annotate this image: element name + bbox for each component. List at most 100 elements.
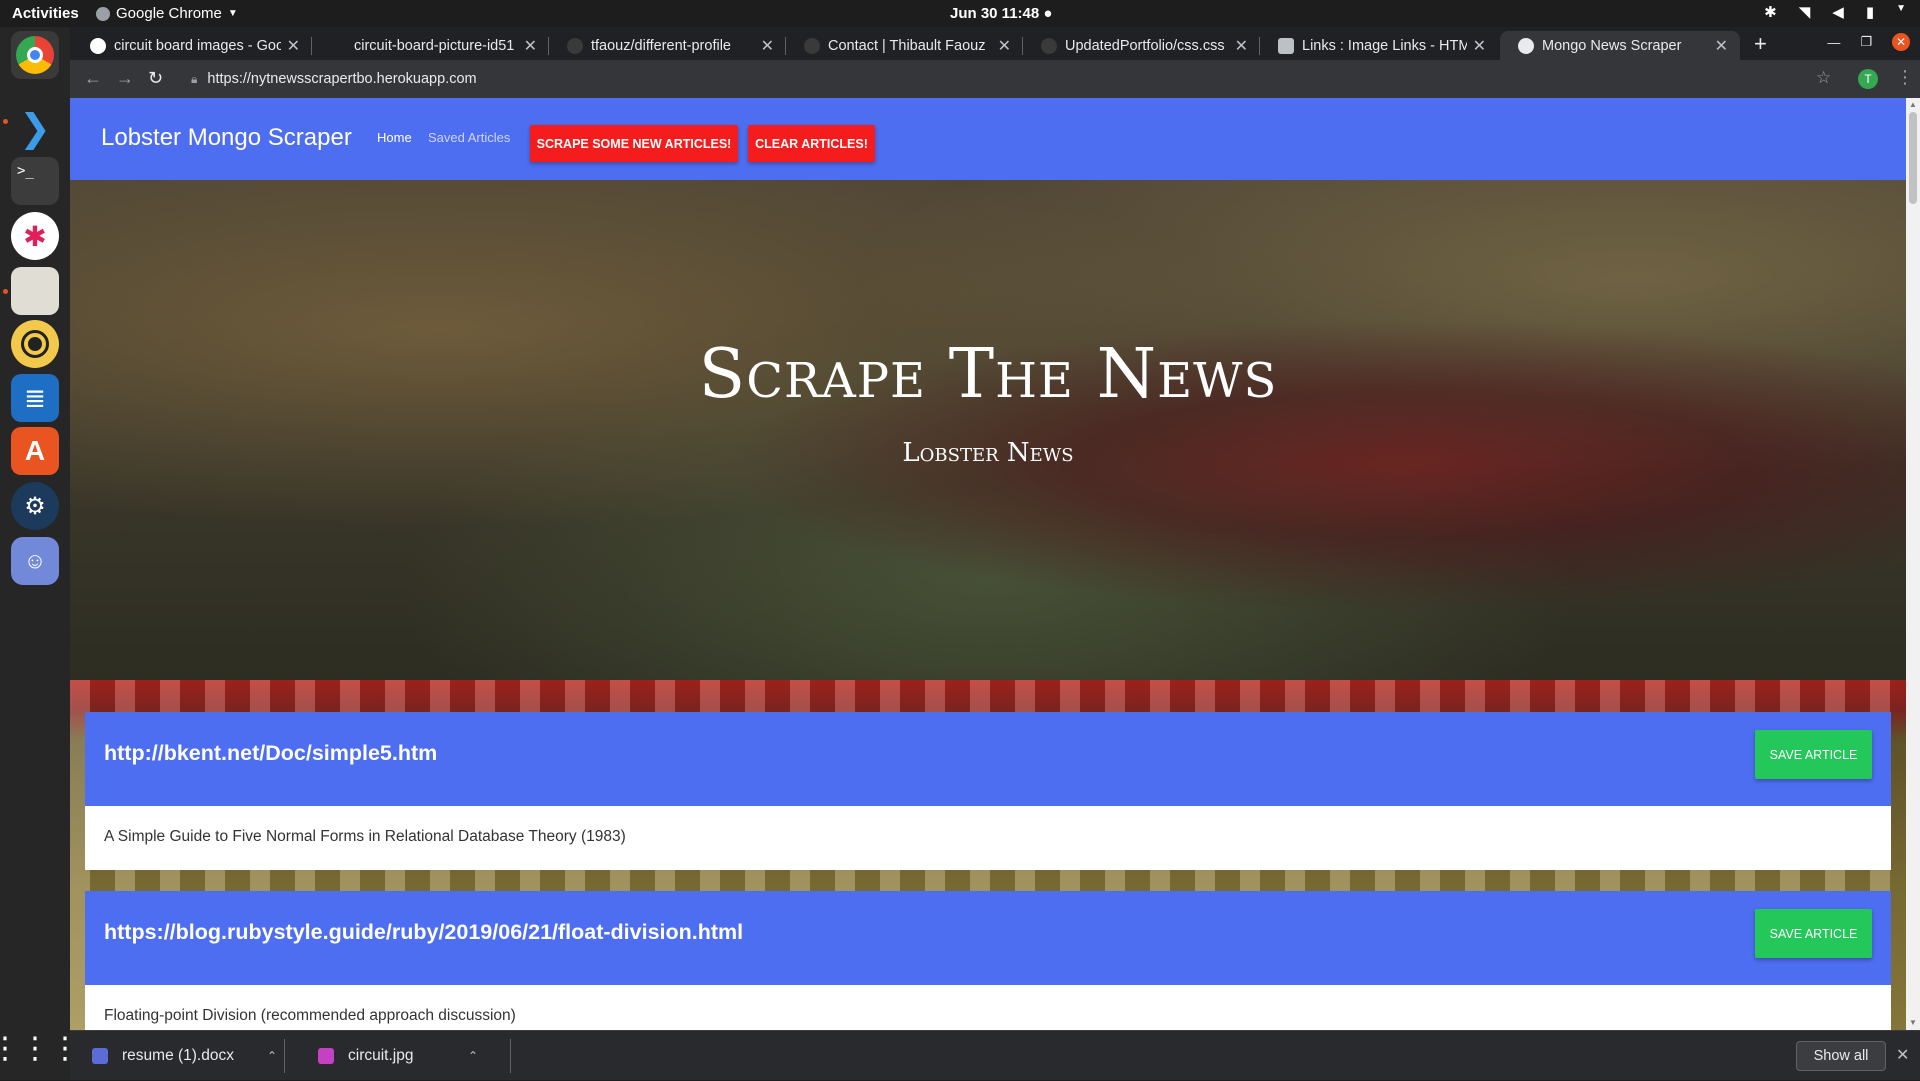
- chrome-small-icon: [96, 6, 110, 21]
- site-brand[interactable]: Lobster Mongo Scraper: [101, 124, 352, 152]
- close-tab-icon[interactable]: ✕: [287, 36, 300, 56]
- close-download-bar-icon[interactable]: ✕: [1896, 1045, 1909, 1065]
- article-card: http://bkent.net/Doc/simple5.htm SAVE AR…: [85, 712, 1891, 870]
- close-tab-icon[interactable]: ✕: [761, 36, 774, 56]
- download-item[interactable]: resume (1).docx ⌃: [92, 1031, 292, 1081]
- forward-icon[interactable]: →: [116, 68, 134, 89]
- article-body: Floating-point Division (recommended app…: [85, 985, 1891, 1030]
- nav-link-home[interactable]: Home: [377, 130, 412, 145]
- browser-tab-active[interactable]: Mongo News Scraper ✕: [1500, 31, 1740, 60]
- tab-title: circuit-board-picture-id51: [354, 37, 515, 54]
- globe-favicon-icon: [1518, 37, 1534, 54]
- browser-menu-icon[interactable]: ⋮: [1896, 67, 1914, 88]
- download-filename: resume (1).docx: [122, 1047, 234, 1064]
- nav-link-saved-articles[interactable]: Saved Articles: [428, 130, 510, 145]
- discord-dock-icon[interactable]: ☺: [11, 537, 59, 585]
- browser-tab[interactable]: Links : Image Links - HTML ✕: [1260, 31, 1498, 60]
- hero-title: Scrape The News: [698, 335, 1278, 414]
- app-menu-label: Google Chrome: [116, 5, 222, 22]
- links-favicon-icon: [1278, 37, 1294, 54]
- article-summary: A Simple Guide to Five Normal Forms in R…: [104, 828, 626, 845]
- hero-banner: Scrape The News Lobster News: [70, 180, 1906, 680]
- save-article-button[interactable]: SAVE ARTICLE: [1755, 730, 1872, 779]
- article-header: https://blog.rubystyle.guide/ruby/2019/0…: [85, 891, 1891, 985]
- article-headline[interactable]: http://bkent.net/Doc/simple5.htm: [104, 741, 437, 766]
- tab-title: UpdatedPortfolio/css.css: [1065, 37, 1225, 54]
- tab-title: Contact | Thibault Faouz: [828, 37, 986, 54]
- slack-dock-icon[interactable]: ✱: [11, 212, 59, 260]
- chevron-up-icon[interactable]: ⌃: [267, 1049, 277, 1063]
- download-separator: [510, 1039, 511, 1073]
- lock-icon[interactable]: 🔒︎: [191, 72, 197, 87]
- rhythmbox-dock-icon[interactable]: [11, 320, 59, 368]
- scroll-up-icon[interactable]: ▲: [1909, 100, 1917, 109]
- close-tab-icon[interactable]: ✕: [998, 36, 1011, 56]
- running-indicator: [3, 119, 8, 124]
- minimize-icon[interactable]: —: [1827, 35, 1840, 50]
- bookmark-star-icon[interactable]: ☆: [1816, 68, 1831, 88]
- article-headline[interactable]: https://blog.rubystyle.guide/ruby/2019/0…: [104, 920, 743, 945]
- system-top-bar: Activities Google Chrome ▼ Jun 30 11:48 …: [0, 0, 1920, 27]
- activities-button[interactable]: Activities: [12, 5, 79, 22]
- software-dock-icon[interactable]: A: [11, 427, 59, 475]
- browser-tab[interactable]: circuit-board-picture-id51 ✕: [312, 31, 549, 60]
- hero-subtitle: Lobster News: [902, 438, 1074, 468]
- slack-tray-icon[interactable]: ✱: [1764, 3, 1777, 21]
- clock[interactable]: Jun 30 11:48 ●: [950, 5, 1052, 22]
- show-all-downloads-button[interactable]: Show all: [1796, 1041, 1886, 1071]
- chevron-up-icon[interactable]: ⌃: [468, 1049, 478, 1063]
- scrollbar-thumb[interactable]: [1909, 112, 1917, 204]
- image-favicon-icon: [330, 38, 346, 54]
- close-tab-icon[interactable]: ✕: [524, 36, 537, 56]
- app-menu[interactable]: Google Chrome ▼: [96, 5, 238, 22]
- restore-icon[interactable]: ❐: [1860, 34, 1872, 50]
- clear-articles-button[interactable]: CLEAR ARTICLES!: [748, 125, 875, 162]
- scroll-down-icon[interactable]: ▼: [1909, 1018, 1917, 1027]
- caret-down-icon: ▼: [227, 8, 238, 19]
- github-favicon-icon: [1041, 37, 1057, 54]
- back-icon[interactable]: ←: [84, 68, 102, 89]
- address-bar[interactable]: 🔒︎ https://nytnewsscrapertbo.herokuapp.c…: [177, 64, 1833, 94]
- wifi-icon: ◥: [1798, 4, 1811, 21]
- close-tab-icon[interactable]: ✕: [1235, 36, 1248, 56]
- files-dock-icon[interactable]: [11, 267, 59, 315]
- page-scrollbar[interactable]: ▲ ▼: [1906, 98, 1920, 1030]
- docx-file-icon: [92, 1048, 108, 1064]
- site-favicon-icon: [804, 37, 820, 54]
- download-item[interactable]: circuit.jpg ⌃: [318, 1031, 498, 1081]
- download-bar: resume (1).docx ⌃ circuit.jpg ⌃ Show all…: [70, 1030, 1920, 1080]
- profile-avatar[interactable]: T: [1858, 69, 1878, 89]
- show-apps-icon[interactable]: ⋮⋮⋮: [0, 1024, 80, 1072]
- vscode-dock-icon[interactable]: ❯: [11, 104, 59, 152]
- chrome-dock-icon[interactable]: [11, 31, 59, 79]
- writer-dock-icon[interactable]: ≣: [11, 374, 59, 422]
- reload-icon[interactable]: ↻: [148, 68, 163, 89]
- browser-tab-bar: circuit board images - Goo ✕ circuit-boa…: [70, 27, 1920, 60]
- volume-icon: ◀: [1832, 4, 1844, 21]
- web-page: Lobster Mongo Scraper Home Saved Article…: [70, 98, 1906, 1030]
- tab-title: Links : Image Links - HTML: [1302, 37, 1467, 54]
- close-window-icon[interactable]: ✕: [1892, 33, 1910, 51]
- browser-tab[interactable]: circuit board images - Goo ✕: [72, 31, 312, 60]
- article-body: A Simple Guide to Five Normal Forms in R…: [85, 806, 1891, 870]
- browser-toolbar: ← → ↻ 🔒︎ https://nytnewsscrapertbo.herok…: [70, 60, 1920, 98]
- system-tray[interactable]: ✱ ◥ ◀ ▮ ▼: [1764, 3, 1906, 21]
- article-card: https://blog.rubystyle.guide/ruby/2019/0…: [85, 891, 1891, 1030]
- article-header: http://bkent.net/Doc/simple5.htm SAVE AR…: [85, 712, 1891, 806]
- terminal-dock-icon[interactable]: >_: [11, 157, 59, 205]
- close-tab-icon[interactable]: ✕: [1715, 36, 1728, 56]
- steam-dock-icon[interactable]: ⚙: [11, 482, 59, 530]
- browser-tab[interactable]: Contact | Thibault Faouz ✕: [786, 31, 1023, 60]
- tab-title: Mongo News Scraper: [1542, 37, 1682, 54]
- save-article-button[interactable]: SAVE ARTICLE: [1755, 909, 1872, 958]
- scrape-articles-button[interactable]: SCRAPE SOME NEW ARTICLES!: [530, 125, 738, 162]
- tab-title: tfaouz/different-profile: [591, 37, 731, 54]
- tray-menu-icon[interactable]: ▼: [1896, 3, 1906, 21]
- tab-title: circuit board images - Goo: [114, 37, 281, 54]
- article-summary: Floating-point Division (recommended app…: [104, 1007, 516, 1024]
- close-tab-icon[interactable]: ✕: [1473, 36, 1486, 56]
- url-text: https://nytnewsscrapertbo.herokuapp.com: [207, 71, 477, 87]
- new-tab-icon[interactable]: +: [1754, 31, 1767, 57]
- browser-tab[interactable]: tfaouz/different-profile ✕: [549, 31, 786, 60]
- browser-tab[interactable]: UpdatedPortfolio/css.css ✕: [1023, 31, 1260, 60]
